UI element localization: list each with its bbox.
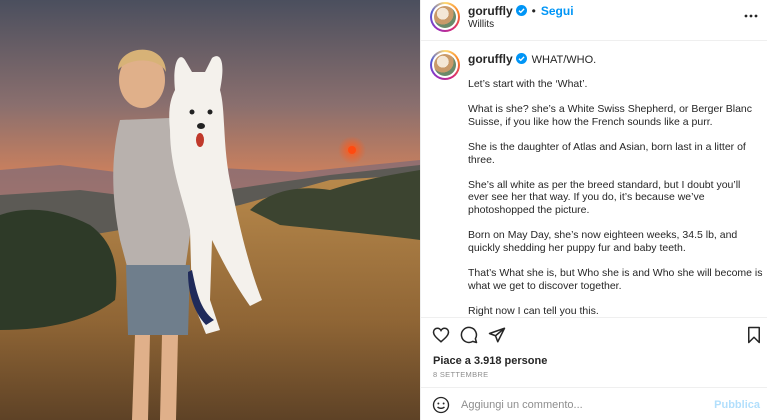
caption-paragraph: Right now I can tell you this. xyxy=(468,304,599,317)
caption-title: WHAT/WHO. xyxy=(531,54,597,66)
action-bar: Piace a 3.918 persone 8 SETTEMBRE xyxy=(421,317,767,387)
header-name-line: goruffly • Segui xyxy=(468,4,574,18)
caption-text: Let’s start with the ‘What’. What is she… xyxy=(468,78,763,317)
caption-header: goruffly WHAT/WHO. xyxy=(468,52,596,66)
verified-badge-icon xyxy=(515,5,527,16)
comment-input[interactable] xyxy=(461,397,701,413)
avatar[interactable] xyxy=(430,2,460,32)
post-details-panel: goruffly • Segui Willits goruffly WHAT/WHO.… xyxy=(420,0,767,420)
caption-username[interactable]: goruffly xyxy=(468,52,513,66)
header-username[interactable]: goruffly xyxy=(468,4,513,18)
photo-illustration xyxy=(0,0,420,420)
more-options-icon[interactable] xyxy=(744,9,758,23)
likes-count[interactable]: Piace a 3.918 persone xyxy=(433,355,547,367)
share-icon[interactable] xyxy=(488,326,506,344)
caption-avatar[interactable] xyxy=(430,50,460,80)
caption-paragraph: That’s What she is, but Who she is and W… xyxy=(468,266,763,292)
location-link[interactable]: Willits xyxy=(468,19,494,30)
caption-paragraph: She’s all white as per the breed standar… xyxy=(468,178,741,216)
caption-paragraph: What is she? she’s a White Swiss Shepher… xyxy=(468,103,753,128)
bookmark-icon[interactable] xyxy=(745,326,763,344)
verified-badge-icon xyxy=(515,53,527,64)
caption-area: goruffly WHAT/WHO. Let’s start with the ‘… xyxy=(421,41,767,317)
post-photo[interactable] xyxy=(0,0,420,420)
caption-paragraph: Let’s start with the ‘What’. xyxy=(468,78,588,90)
heart-icon[interactable] xyxy=(432,326,450,344)
separator-dot: • xyxy=(531,4,536,18)
follow-button[interactable]: Segui xyxy=(541,4,574,18)
caption-paragraph: Born on May Day, she’s now eighteen week… xyxy=(468,229,738,254)
publish-button[interactable]: Pubblica xyxy=(714,399,760,411)
comment-bar: Pubblica xyxy=(421,387,767,420)
post-header: goruffly • Segui Willits xyxy=(421,0,767,41)
comment-icon[interactable] xyxy=(460,326,478,344)
emoji-icon[interactable] xyxy=(432,396,450,414)
caption-paragraph: She is the daughter of Atlas and Asian, … xyxy=(468,140,746,166)
post-date[interactable]: 8 SETTEMBRE xyxy=(433,370,488,379)
